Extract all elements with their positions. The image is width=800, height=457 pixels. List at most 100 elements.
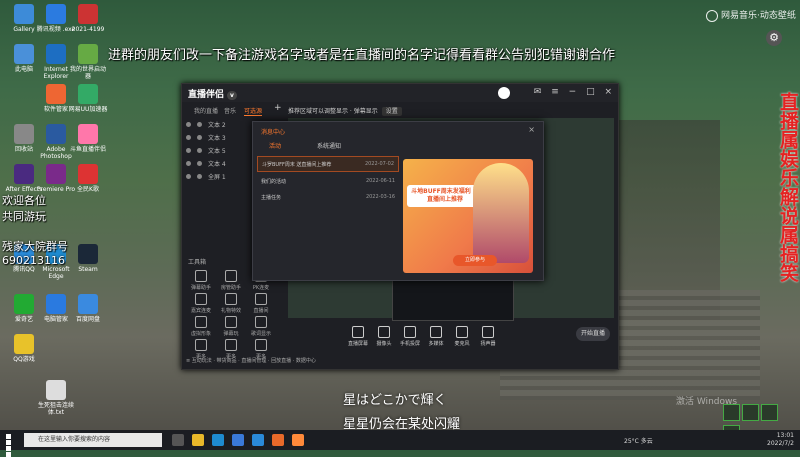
source-tool-button[interactable]: 直播屏幕: [344, 326, 372, 347]
source-tool-button[interactable]: 麦克风: [448, 326, 476, 347]
source-tool-icon: [430, 326, 442, 338]
toolbox-item[interactable]: 房管助手: [218, 270, 244, 291]
vertical-red-banner: 直播属娱乐解说属搞笑: [777, 92, 799, 282]
tray-widgets: [723, 404, 795, 442]
lock-icon[interactable]: [197, 135, 202, 140]
source-tool-button[interactable]: 摄像头: [370, 326, 398, 347]
overlay-welcome-line2: 共同游玩: [2, 210, 46, 223]
tool-icon: [225, 270, 237, 282]
app-icon: [14, 4, 34, 24]
task-view-icon[interactable]: [172, 434, 184, 446]
menu-icon[interactable]: ≡: [551, 87, 559, 97]
widget-icon[interactable]: [761, 404, 778, 421]
app-icon: [46, 84, 66, 104]
toolbox-item[interactable]: 歌词显示: [248, 316, 274, 337]
toolbox-item[interactable]: 弹幕玩: [218, 316, 244, 337]
app-icon: [78, 244, 98, 264]
banner-character-image: [473, 163, 529, 263]
tab-my-live[interactable]: 我的直播: [194, 106, 218, 115]
add-source-icon[interactable]: +: [274, 103, 282, 113]
tool-icon: [255, 316, 267, 328]
tab-sources[interactable]: 可选源: [244, 106, 263, 116]
tab-activities[interactable]: 活动: [269, 141, 281, 150]
tab-system-notice[interactable]: 系统通知: [317, 141, 341, 150]
toolbox-item[interactable]: 礼物特效: [218, 293, 244, 314]
app-icon: [46, 124, 66, 144]
preview-info-bar: 推荐区域可以调整显示 · 弹幕显示 设置: [288, 106, 402, 116]
desktop-icon[interactable]: 生死狙击连续体.txt: [36, 380, 76, 416]
mail-icon[interactable]: ✉: [534, 87, 542, 97]
desktop-icon[interactable]: 2021-4199: [68, 4, 108, 33]
desktop-icon[interactable]: 我的世界启动器: [68, 44, 108, 80]
desktop-icon[interactable]: 斗鱼直播伴侣: [68, 124, 108, 153]
app-icon: [46, 164, 66, 184]
close-icon[interactable]: ×: [604, 87, 612, 97]
settings-gear-icon[interactable]: ⚙: [766, 30, 782, 46]
app-icon: [78, 44, 98, 64]
qq-icon[interactable]: [252, 434, 264, 446]
minimize-icon[interactable]: −: [569, 87, 577, 97]
edge-icon[interactable]: [212, 434, 224, 446]
app-icon: [78, 164, 98, 184]
source-tool-label: 手机投屏: [399, 341, 420, 347]
desktop-icon[interactable]: 百度网盘: [68, 294, 108, 323]
desktop-icon[interactable]: QQ游戏: [4, 334, 44, 363]
preview-settings-button[interactable]: 设置: [381, 107, 402, 116]
source-tool-button[interactable]: 手机投屏: [396, 326, 424, 347]
source-tool-button[interactable]: 多媒体: [422, 326, 450, 347]
windows-start-icon[interactable]: [6, 434, 17, 457]
source-tool-icon: [482, 326, 494, 338]
tab-music[interactable]: 音乐: [224, 106, 236, 115]
live-companion-taskbar-icon[interactable]: [272, 434, 284, 446]
app-titlebar: 直播伴侣 v ✉ ≡ − □ ×: [182, 84, 618, 102]
banner-cta-button[interactable]: 立即参与: [453, 255, 497, 266]
maximize-icon[interactable]: □: [586, 87, 595, 97]
app-taskbar-icon[interactable]: [292, 434, 304, 446]
toolbox-item[interactable]: 嘉宾连麦: [188, 293, 214, 314]
lock-icon[interactable]: [197, 161, 202, 166]
desktop-icon-label: 百度网盘: [75, 316, 100, 323]
eye-icon[interactable]: [186, 122, 191, 127]
eye-icon[interactable]: [186, 148, 191, 153]
toolbox-item[interactable]: 直播间: [248, 293, 274, 314]
lock-icon[interactable]: [197, 148, 202, 153]
desktop-icon[interactable]: Steam: [68, 244, 108, 273]
dialog-close-icon[interactable]: ×: [528, 125, 535, 134]
store-icon[interactable]: [232, 434, 244, 446]
tool-label: 嘉宾连麦: [190, 308, 211, 314]
toolbox-item[interactable]: 虚拟形象: [188, 316, 214, 337]
eye-icon[interactable]: [186, 174, 191, 179]
source-tool-label: 摄像头: [376, 341, 392, 347]
desktop-icon[interactable]: 网易UU加速器: [68, 84, 108, 113]
widget-icon[interactable]: [742, 404, 759, 421]
tool-label: 弹幕玩: [223, 331, 239, 337]
lock-icon[interactable]: [197, 174, 202, 179]
source-tool-label: 麦克风: [454, 341, 470, 347]
message-row[interactable]: 斗罗BUFF周末 送直播间上推荐 2022-07-02: [257, 156, 399, 172]
system-clock[interactable]: 13:01 2022/7/2: [767, 432, 794, 448]
source-tool-button[interactable]: 扬声器: [474, 326, 502, 347]
toolbox-item[interactable]: 弹幕助手: [188, 270, 214, 291]
preview-capture-window: [392, 279, 514, 321]
tool-icon: [225, 339, 237, 351]
file-explorer-icon[interactable]: [192, 434, 204, 446]
eye-icon[interactable]: [186, 161, 191, 166]
desktop-icon-label: 网易UU加速器: [68, 106, 108, 113]
widget-icon[interactable]: [723, 404, 740, 421]
desktop-icon[interactable]: 全民K歌: [68, 164, 108, 193]
lock-icon[interactable]: [197, 122, 202, 127]
eye-icon[interactable]: [186, 135, 191, 140]
weather-widget[interactable]: 25°C 多云: [624, 436, 653, 445]
user-avatar[interactable]: [498, 87, 510, 99]
desktop-icon-label: 我的世界启动器: [69, 66, 106, 80]
tool-label: 歌词显示: [250, 331, 271, 337]
message-row[interactable]: 主播任务 2022-03-16: [257, 190, 399, 204]
app-icon: [78, 124, 98, 144]
promo-banner[interactable]: 斗地BUFF周末发福利 送直播间上推荐 立即参与: [403, 159, 533, 273]
start-live-button[interactable]: 开始直播: [576, 327, 610, 341]
tool-icon: [225, 316, 237, 328]
taskbar-search-input[interactable]: 在这里输入你要搜索的内容: [24, 433, 162, 447]
desktop-icon-label: QQ游戏: [13, 356, 35, 363]
overlay-group-number: 690213116: [2, 254, 65, 267]
message-row[interactable]: 我们的活动 2022-06-11: [257, 174, 399, 188]
